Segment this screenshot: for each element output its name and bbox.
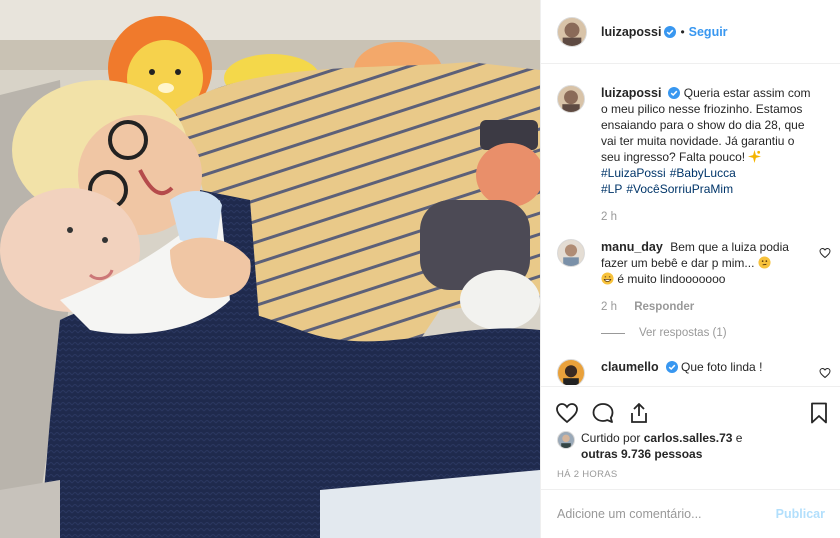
heart-icon[interactable] bbox=[555, 401, 579, 425]
likes-text: Curtido por carlos.salles.73 e outras 9.… bbox=[581, 430, 742, 462]
follow-button[interactable]: Seguir bbox=[689, 25, 728, 39]
caption-hashtags-line-1: #LuizaPossi #BabyLucca bbox=[601, 165, 815, 181]
comment-item: manu_day Bem que a luiza podia fazer um … bbox=[557, 239, 831, 315]
sparkle-emoji-icon bbox=[748, 150, 762, 163]
bookmark-icon[interactable] bbox=[807, 401, 831, 425]
likes-prefix: Curtido por bbox=[581, 431, 641, 445]
caption-username[interactable]: luizapossi bbox=[601, 86, 661, 100]
caption-avatar[interactable] bbox=[557, 85, 585, 113]
action-bar bbox=[541, 386, 840, 436]
post-timestamp[interactable]: HÁ 2 HORAS bbox=[557, 469, 618, 480]
avatar-image bbox=[558, 17, 586, 46]
view-replies-label: Ver respostas (1) bbox=[639, 327, 727, 339]
grinning-emoji-icon bbox=[601, 272, 614, 285]
avatar-image bbox=[558, 86, 584, 112]
comments-list[interactable]: luizapossi Queria estar assim com o meu … bbox=[541, 65, 840, 385]
liker-username[interactable]: carlos.salles.73 bbox=[644, 431, 733, 445]
hashtag-link[interactable]: #BabyLucca bbox=[670, 166, 736, 180]
avatar-image bbox=[558, 432, 574, 448]
likes-others-count[interactable]: outras 9.736 pessoas bbox=[581, 447, 702, 461]
comment-text-block: claumello Que foto linda ! 2 h bbox=[601, 359, 825, 385]
verified-badge-icon bbox=[664, 25, 677, 38]
instagram-post: luizapossi • Seguir luizapossi Queria es… bbox=[0, 0, 840, 538]
comment-icon[interactable] bbox=[591, 401, 615, 425]
author-avatar[interactable] bbox=[557, 16, 587, 47]
caption: luizapossi Queria estar assim com o meu … bbox=[557, 85, 825, 225]
comment-text: Que foto linda ! bbox=[681, 360, 763, 374]
likes-joiner: e bbox=[735, 431, 743, 445]
avatar-image bbox=[558, 360, 584, 385]
view-replies-line bbox=[601, 332, 625, 334]
comment-text-continued: é muito lindooooooo bbox=[617, 272, 726, 286]
verified-badge-icon bbox=[665, 361, 678, 373]
post-side-panel: luizapossi • Seguir luizapossi Queria es… bbox=[540, 0, 840, 538]
comment-like-heart-icon[interactable] bbox=[819, 367, 831, 379]
post-photo[interactable] bbox=[0, 0, 540, 538]
follow-separator: • bbox=[680, 24, 685, 39]
view-replies-button[interactable]: Ver respostas (1) bbox=[601, 327, 825, 339]
comment-like-heart-icon[interactable] bbox=[819, 247, 831, 259]
post-photo-image bbox=[0, 0, 540, 538]
post-header: luizapossi • Seguir bbox=[541, 0, 840, 64]
share-icon[interactable] bbox=[627, 401, 651, 425]
hashtag-link[interactable]: #VocêSorriuPraMim bbox=[626, 182, 733, 196]
reply-button[interactable]: Responder bbox=[634, 301, 694, 313]
add-comment-bar: Adicione um comentário... Publicar bbox=[541, 489, 840, 538]
comment-username[interactable]: claumello bbox=[601, 360, 659, 374]
comment-input[interactable]: Adicione um comentário... bbox=[557, 507, 776, 521]
comment-username[interactable]: manu_day bbox=[601, 240, 663, 254]
thinking-emoji-icon bbox=[758, 256, 771, 269]
verified-badge-icon bbox=[668, 87, 681, 99]
hashtag-link[interactable]: #LuizaPossi bbox=[601, 166, 666, 180]
hashtag-link[interactable]: #LP bbox=[601, 182, 622, 196]
caption-time[interactable]: 2 h bbox=[601, 211, 617, 223]
commenter-avatar[interactable] bbox=[557, 239, 585, 267]
caption-text-block: luizapossi Queria estar assim com o meu … bbox=[601, 85, 825, 225]
caption-meta: 2 h bbox=[601, 209, 815, 225]
liker-avatar[interactable] bbox=[557, 431, 575, 449]
author-username[interactable]: luizapossi bbox=[601, 25, 661, 39]
caption-hashtags-line-2: #LP #VocêSorriuPraMim bbox=[601, 181, 815, 197]
comment-text-block: manu_day Bem que a luiza podia fazer um … bbox=[601, 239, 825, 315]
comment-time[interactable]: 2 h bbox=[601, 301, 617, 313]
avatar-image bbox=[558, 240, 584, 266]
comment-meta: 2 h Responder bbox=[601, 299, 815, 315]
commenter-avatar[interactable] bbox=[557, 359, 585, 385]
likes-summary: Curtido por carlos.salles.73 e outras 9.… bbox=[557, 430, 827, 462]
comment-item: claumello Que foto linda ! 2 h bbox=[557, 359, 831, 385]
publish-button[interactable]: Publicar bbox=[776, 507, 825, 521]
